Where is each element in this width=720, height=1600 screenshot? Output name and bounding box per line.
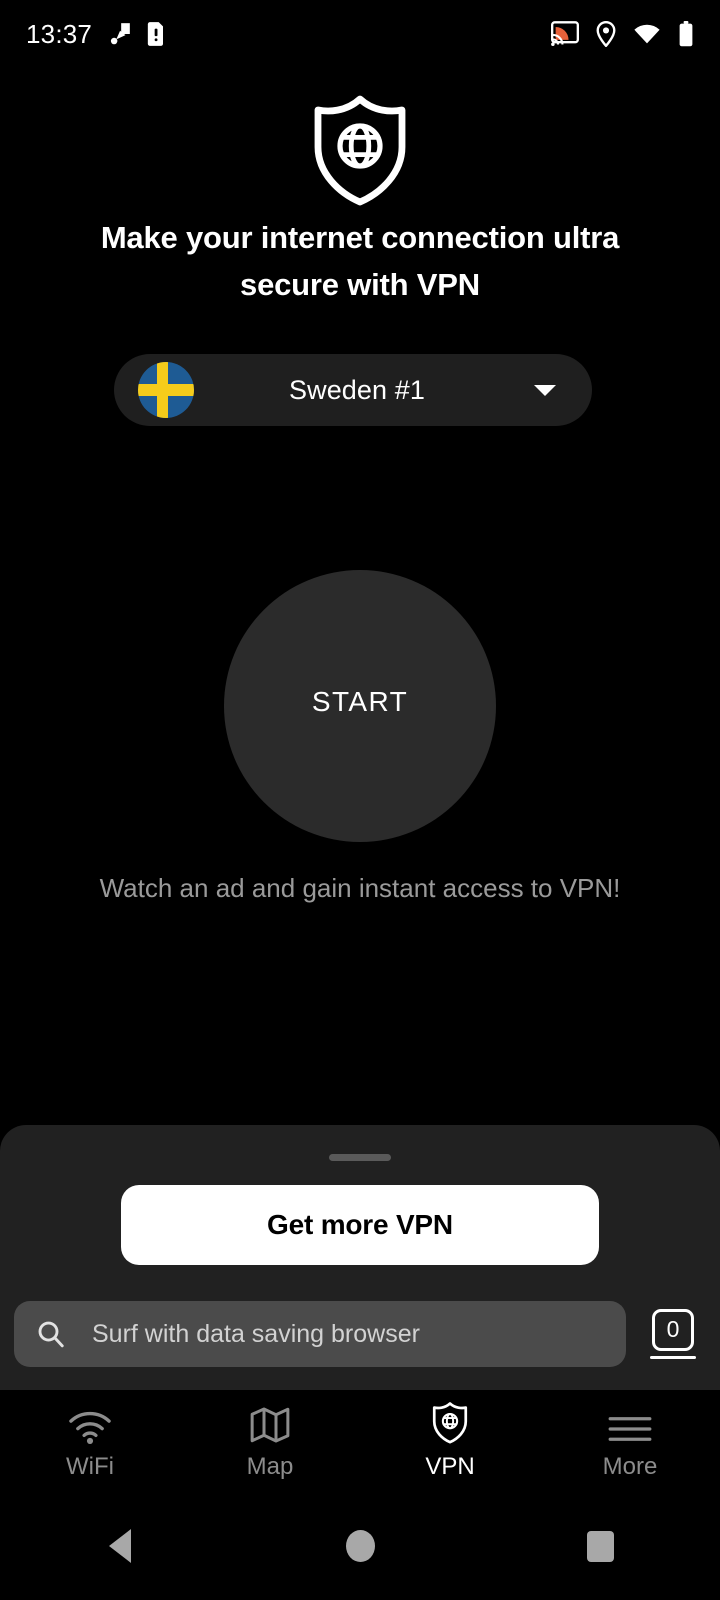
status-bar-right bbox=[551, 21, 694, 47]
back-triangle-icon bbox=[109, 1529, 131, 1563]
search-input[interactable]: Surf with data saving browser bbox=[14, 1301, 626, 1367]
start-button[interactable]: START bbox=[224, 570, 496, 842]
sim-card-alert-icon bbox=[147, 22, 164, 46]
ad-note-text: Watch an ad and gain instant access to V… bbox=[99, 873, 621, 903]
home-circle-icon bbox=[345, 1530, 375, 1562]
system-navigation-bar bbox=[0, 1492, 720, 1600]
back-button[interactable] bbox=[0, 1529, 240, 1563]
recents-square-icon bbox=[586, 1530, 614, 1562]
recents-button[interactable] bbox=[480, 1530, 720, 1562]
bottom-navigation: WiFi Map VPN More bbox=[0, 1390, 720, 1492]
shield-globe-icon bbox=[314, 95, 406, 206]
nav-item-wifi[interactable]: WiFi bbox=[0, 1402, 180, 1481]
nav-label-more: More bbox=[602, 1452, 658, 1480]
screenshot-capture-icon bbox=[110, 23, 130, 45]
status-bar-clock: 13:37 bbox=[26, 18, 93, 49]
home-button[interactable] bbox=[240, 1530, 480, 1562]
wifi-icon bbox=[634, 24, 660, 44]
cast-icon bbox=[551, 21, 579, 47]
nav-item-vpn[interactable]: VPN bbox=[360, 1401, 540, 1481]
nav-label-wifi: WiFi bbox=[66, 1452, 114, 1480]
start-button-label: START bbox=[311, 686, 409, 717]
nav-item-map[interactable]: Map bbox=[180, 1402, 360, 1481]
tab-counter-icon[interactable]: 0 bbox=[644, 1308, 702, 1360]
location-pin-icon bbox=[596, 21, 616, 47]
bottom-sheet: Get more VPN Surf with data saving brows… bbox=[0, 1125, 720, 1390]
page-title: Make your internet connection ultra secu… bbox=[100, 220, 620, 302]
map-icon bbox=[250, 1402, 290, 1444]
shield-globe-icon bbox=[431, 1401, 469, 1444]
server-selector[interactable]: Sweden #1 bbox=[114, 354, 592, 426]
search-icon bbox=[38, 1321, 64, 1348]
battery-icon bbox=[679, 21, 693, 47]
server-name-label: Sweden #1 bbox=[288, 374, 425, 405]
tab-counter-underline bbox=[650, 1355, 696, 1360]
search-row: Surf with data saving browser 0 bbox=[14, 1301, 702, 1367]
wifi-icon bbox=[68, 1402, 112, 1444]
status-bar: 13:37 bbox=[0, 0, 720, 68]
nav-label-vpn: VPN bbox=[425, 1452, 475, 1480]
search-placeholder: Surf with data saving browser bbox=[92, 1319, 420, 1348]
tab-counter-value: 0 bbox=[652, 1308, 694, 1351]
app-screen: 13:37 Make your internet connection ultr… bbox=[0, 0, 720, 1600]
nav-item-more[interactable]: More bbox=[540, 1402, 720, 1481]
sweden-flag-icon bbox=[138, 362, 194, 418]
drag-handle[interactable] bbox=[329, 1154, 391, 1161]
get-more-vpn-button[interactable]: Get more VPN bbox=[121, 1185, 599, 1265]
chevron-down-icon[interactable] bbox=[534, 384, 556, 396]
hamburger-menu-icon bbox=[608, 1402, 652, 1444]
nav-label-map: Map bbox=[246, 1452, 294, 1480]
status-bar-left: 13:37 bbox=[26, 19, 167, 50]
